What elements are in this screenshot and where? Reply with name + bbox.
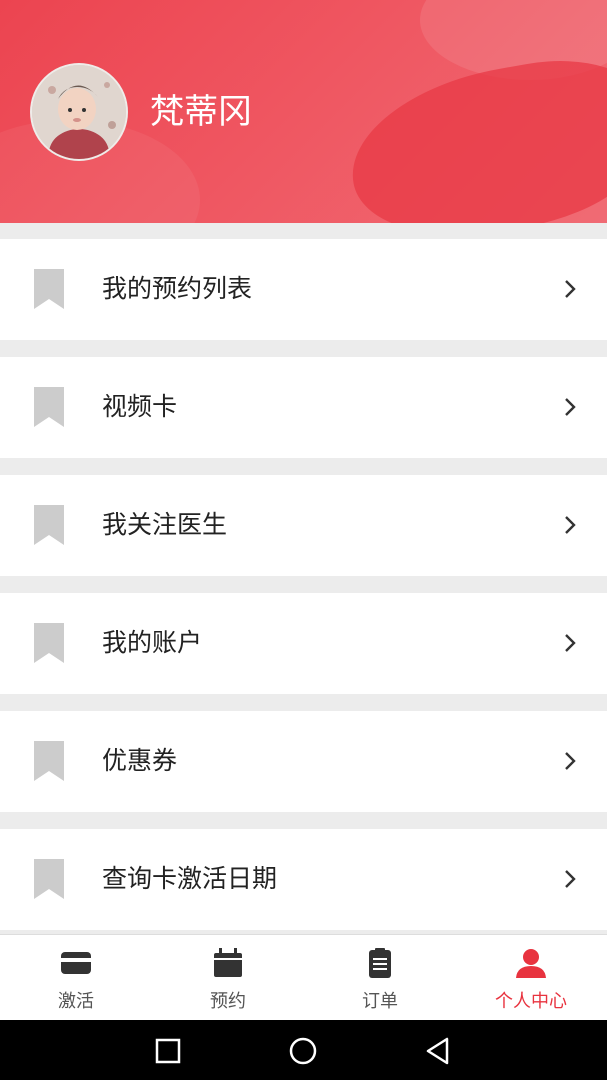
menu-item-label: 优惠券 (102, 746, 178, 775)
back-icon[interactable] (422, 1035, 454, 1067)
menu-item-label: 我的账户 (102, 628, 203, 657)
menu-item-label: 我的预约列表 (102, 274, 253, 303)
tab-activate[interactable]: 激活 (0, 935, 152, 1021)
tab-personal-center[interactable]: 个人中心 (455, 935, 607, 1021)
person-icon (516, 949, 546, 978)
bookmark-icon (34, 741, 64, 781)
bookmark-icon (34, 623, 64, 663)
bookmark-icon (34, 505, 64, 545)
system-nav-bar (0, 1020, 607, 1080)
tab-label: 激活 (58, 991, 94, 1012)
chevron-right-icon (565, 280, 576, 298)
bottom-tab-bar: 激活 预约 订单 个人中心 (0, 934, 607, 1021)
chevron-right-icon (565, 634, 576, 652)
chevron-right-icon (565, 870, 576, 888)
tab-label: 预约 (210, 991, 246, 1012)
home-icon[interactable] (287, 1035, 319, 1067)
menu-item-my-account[interactable]: 我的账户 (0, 593, 607, 694)
bookmark-icon (34, 269, 64, 309)
avatar[interactable] (30, 63, 128, 161)
menu-item-label: 视频卡 (102, 392, 178, 421)
tab-orders[interactable]: 订单 (304, 935, 456, 1021)
bookmark-icon (34, 859, 64, 899)
calendar-icon (214, 948, 242, 977)
tab-label: 订单 (362, 991, 398, 1012)
profile-menu: 我的预约列表 视频卡 我关注医生 我的账户 优惠券 查询卡激活日期 (0, 239, 607, 947)
menu-item-card-activation-date[interactable]: 查询卡激活日期 (0, 829, 607, 930)
header-decoration (338, 45, 607, 223)
bookmark-icon (34, 387, 64, 427)
chevron-right-icon (565, 752, 576, 770)
tab-label: 个人中心 (495, 991, 567, 1012)
menu-item-label: 我关注医生 (102, 510, 228, 539)
card-icon (61, 952, 91, 974)
menu-item-label: 查询卡激活日期 (102, 864, 278, 893)
tab-appointment[interactable]: 预约 (152, 935, 304, 1021)
menu-item-appointments[interactable]: 我的预约列表 (0, 239, 607, 340)
username: 梵蒂冈 (150, 92, 252, 132)
chevron-right-icon (565, 398, 576, 416)
menu-item-video-card[interactable]: 视频卡 (0, 357, 607, 458)
chevron-right-icon (565, 516, 576, 534)
clipboard-icon (369, 948, 391, 978)
menu-item-followed-doctors[interactable]: 我关注医生 (0, 475, 607, 576)
profile-header: 梵蒂冈 (0, 0, 607, 223)
menu-item-coupons[interactable]: 优惠券 (0, 711, 607, 812)
recent-apps-icon[interactable] (152, 1035, 184, 1067)
avatar-photo (32, 65, 126, 159)
